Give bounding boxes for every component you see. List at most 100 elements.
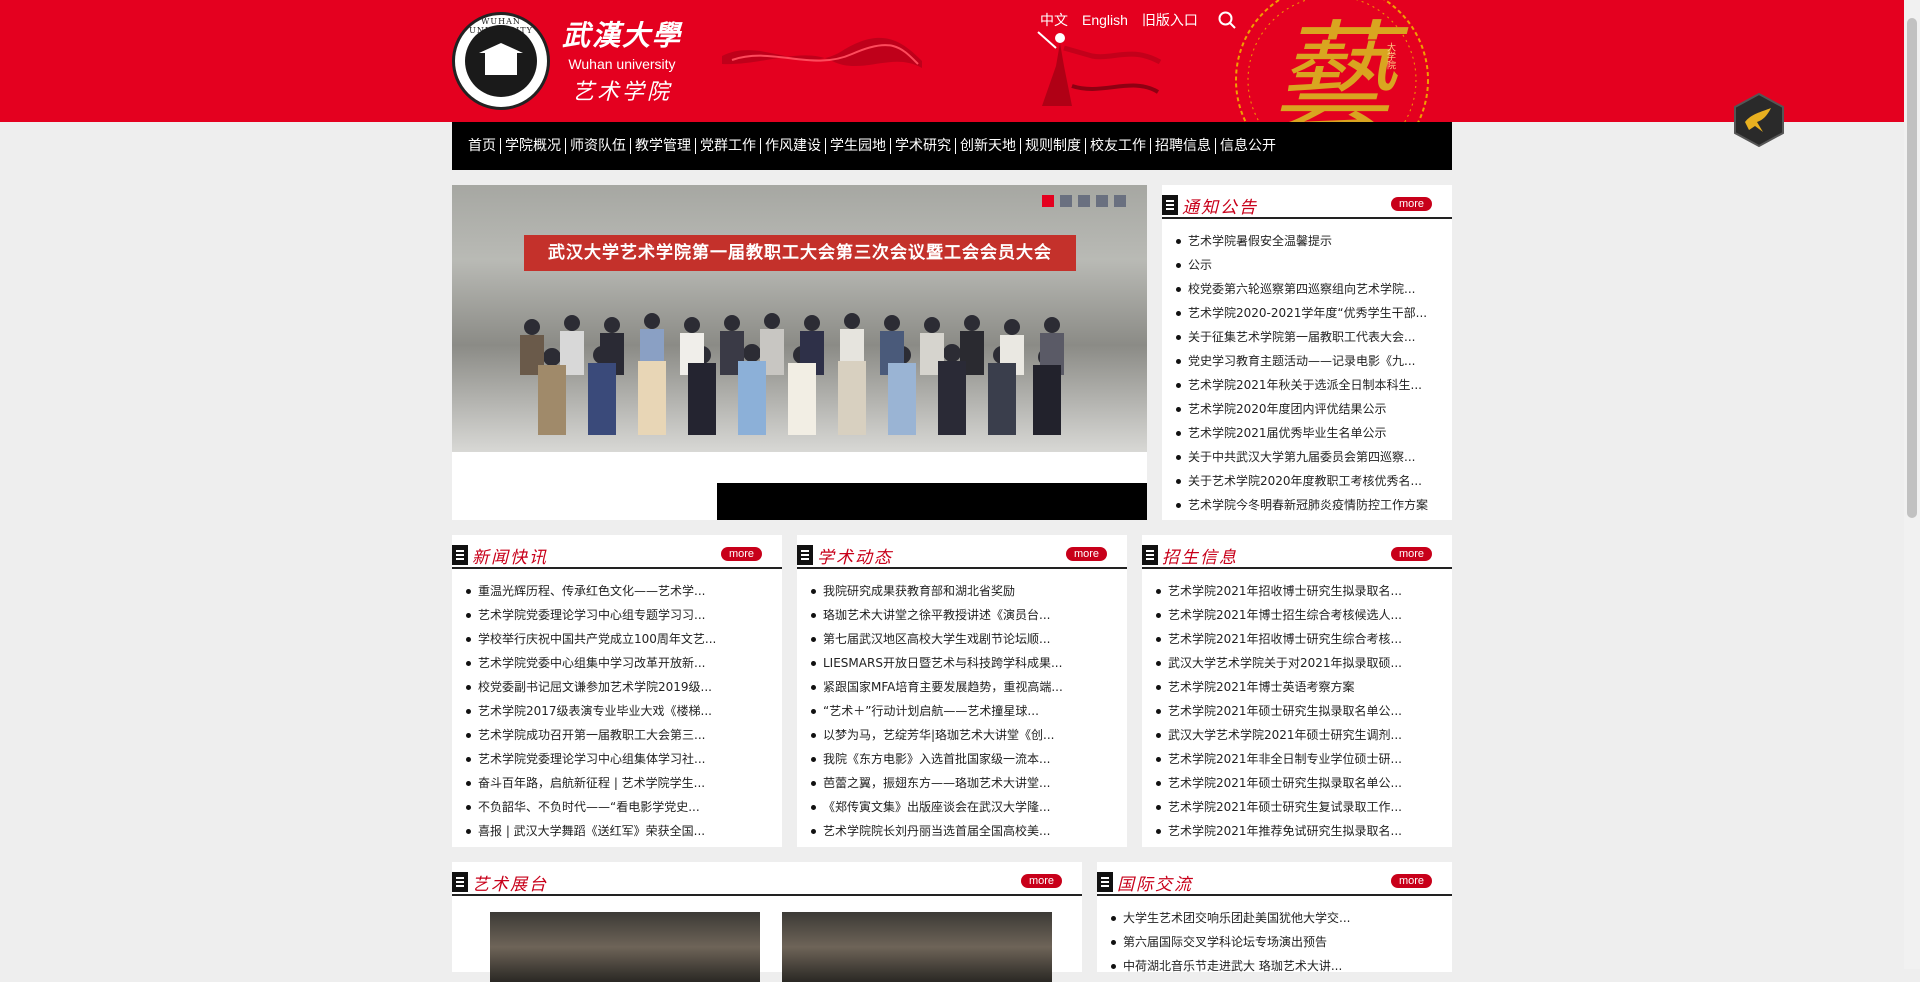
list-item[interactable]: 以梦为马，艺绽芳华|珞珈艺术大讲堂《创...	[811, 723, 1117, 747]
list-item[interactable]: 珞珈艺术大讲堂之徐平教授讲述《演员台...	[811, 603, 1117, 627]
list-item[interactable]: 不负韶华、不负时代——“看电影学党史...	[466, 795, 772, 819]
nav-item[interactable]: 招聘信息	[1151, 138, 1216, 154]
more-button[interactable]: more	[720, 547, 762, 561]
list-item[interactable]: 中荷湖北音乐节走进武大 珞珈艺术大讲...	[1111, 954, 1442, 978]
list-item[interactable]: 艺术学院2021年博士招生综合考核候选人...	[1156, 603, 1442, 627]
list-item[interactable]: 艺术学院党委中心组集中学习改革开放新...	[466, 651, 772, 675]
list-item[interactable]: 艺术学院2021年非全日制专业学位硕士研...	[1156, 747, 1442, 771]
list-icon	[1097, 872, 1113, 892]
list-item[interactable]: 艺术学院2017级表演专业毕业大戏《楼梯...	[466, 699, 772, 723]
list-item[interactable]: LIESMARS开放日暨艺术与科技跨学科成果...	[811, 651, 1117, 675]
header-band	[0, 0, 1904, 122]
list-item[interactable]: 艺术学院2021年博士英语考察方案	[1156, 675, 1442, 699]
university-seal-logo[interactable]: WUHAN UNIVERSITY	[452, 12, 550, 110]
floating-dove-badge-icon[interactable]	[1733, 92, 1785, 148]
old-site-link[interactable]: 旧版入口	[1142, 10, 1198, 30]
list-item[interactable]: 喜报 | 武汉大学舞蹈《送红军》荣获全国...	[466, 819, 772, 843]
list-item[interactable]: 重温光辉历程、传承红色文化——艺术学...	[466, 579, 772, 603]
lang-chinese-link[interactable]: 中文	[1040, 10, 1068, 30]
news-list: 重温光辉历程、传承红色文化——艺术学... 艺术学院党委理论学习中心组专题学习习.…	[466, 579, 772, 843]
brand-block[interactable]: 武漢大學 Wuhan university 艺术学院	[562, 14, 682, 106]
list-item[interactable]: 艺术学院2021年招收博士研究生综合考核...	[1156, 627, 1442, 651]
list-item[interactable]: 艺术学院2021年推荐免试研究生拟录取名...	[1156, 819, 1442, 843]
list-item[interactable]: 我院《东方电影》入选首批国家级一流本...	[811, 747, 1117, 771]
list-item[interactable]: 武汉大学艺术学院2021年硕士研究生调剂...	[1156, 723, 1442, 747]
gate-icon	[485, 51, 517, 75]
image-carousel[interactable]: 武汉大学艺术学院第一届教职工大会第三次会议暨工会会员大会	[452, 185, 1147, 520]
international-panel: 国际交流 more 大学生艺术团交响乐团赴美国犹他大学交... 第六届国际交叉学科…	[1097, 862, 1452, 973]
list-item[interactable]: 艺术学院2021年硕士研究生拟录取名单公...	[1156, 699, 1442, 723]
list-item[interactable]: 奋斗百年路，启航新征程 | 艺术学院学生...	[466, 771, 772, 795]
more-button[interactable]: more	[1065, 547, 1107, 561]
list-item[interactable]: 艺术学院2020年度团内评优结果公示	[1176, 397, 1442, 421]
carousel-dot[interactable]	[1060, 195, 1072, 207]
nav-item[interactable]: 党群工作	[696, 138, 761, 154]
carousel-dot[interactable]	[1078, 195, 1090, 207]
list-item[interactable]: 关于艺术学院2020年度教职工考核优秀名...	[1176, 469, 1442, 493]
more-button[interactable]: more	[1020, 874, 1062, 888]
nav-item[interactable]: 学术研究	[891, 138, 956, 154]
brand-english-name: Wuhan university	[568, 56, 676, 72]
carousel-photo[interactable]: 武汉大学艺术学院第一届教职工大会第三次会议暨工会会员大会	[452, 185, 1147, 452]
search-icon[interactable]	[1218, 11, 1236, 29]
exhibit-thumbnail[interactable]	[490, 912, 760, 982]
list-item[interactable]: 艺术学院2021年招收博士研究生拟录取名...	[1156, 579, 1442, 603]
list-item[interactable]: 艺术学院2020-2021学年度“优秀学生干部...	[1176, 301, 1442, 325]
more-button[interactable]: more	[1390, 197, 1432, 211]
list-item[interactable]: 校党委第六轮巡察第四巡察组向艺术学院...	[1176, 277, 1442, 301]
nav-item[interactable]: 信息公开	[1216, 138, 1280, 154]
list-item[interactable]: 第七届武汉地区高校大学生戏剧节论坛顺...	[811, 627, 1117, 651]
list-item[interactable]: 芭蕾之翼，振翅东方——珞珈艺术大讲堂...	[811, 771, 1117, 795]
list-item[interactable]: 《郑传寅文集》出版座谈会在武汉大学隆...	[811, 795, 1117, 819]
list-item[interactable]: 第六届国际交叉学科论坛专场演出预告	[1111, 930, 1442, 954]
vertical-scrollbar[interactable]	[1904, 0, 1920, 969]
list-item[interactable]: 公示	[1176, 253, 1442, 277]
more-button[interactable]: more	[1390, 874, 1432, 888]
list-item[interactable]: 党史学习教育主题活动——记录电影《九...	[1176, 349, 1442, 373]
list-icon	[1142, 545, 1158, 565]
nav-item[interactable]: 师资队伍	[566, 138, 631, 154]
panel-title: 通知公告	[1182, 198, 1258, 218]
photo-banner-text: 武汉大学艺术学院第一届教职工大会第三次会议暨工会会员大会	[524, 235, 1076, 271]
list-item[interactable]: 艺术学院院长刘丹丽当选首届全国高校美...	[811, 819, 1117, 843]
nav-item[interactable]: 校友工作	[1086, 138, 1151, 154]
ribbon-decoration	[722, 37, 922, 68]
list-item[interactable]: 艺术学院今冬明春新冠肺炎疫情防控工作方案	[1176, 493, 1442, 517]
lang-english-link[interactable]: English	[1082, 12, 1128, 28]
list-item[interactable]: 艺术学院成功召开第一届教职工大会第三...	[466, 723, 772, 747]
more-button[interactable]: more	[1390, 547, 1432, 561]
list-item[interactable]: 艺术学院2021年秋关于选派全日制本科生...	[1176, 373, 1442, 397]
list-item[interactable]: 校党委副书记屈文谦参加艺术学院2019级...	[466, 675, 772, 699]
carousel-dot[interactable]	[1042, 195, 1054, 207]
list-item[interactable]: 紧跟国家MFA培育主要发展趋势，重视高端...	[811, 675, 1117, 699]
list-item[interactable]: 关于中共武汉大学第九届委员会第四巡察...	[1176, 445, 1442, 469]
nav-item[interactable]: 学生园地	[826, 138, 891, 154]
list-item[interactable]: 武汉大学艺术学院关于对2021年拟录取硕...	[1156, 651, 1442, 675]
list-item[interactable]: 艺术学院暑假安全温馨提示	[1176, 229, 1442, 253]
list-item[interactable]: “艺术＋”行动计划启航——艺术撞星球...	[811, 699, 1117, 723]
panel-title: 招生信息	[1162, 548, 1238, 568]
nav-item[interactable]: 规则制度	[1021, 138, 1086, 154]
list-item[interactable]: 学校举行庆祝中国共产党成立100周年文艺...	[466, 627, 772, 651]
scrollbar-thumb[interactable]	[1907, 18, 1917, 518]
exhibit-thumbnails	[490, 912, 1052, 982]
carousel-dot[interactable]	[1096, 195, 1108, 207]
nav-item[interactable]: 教学管理	[631, 138, 696, 154]
list-item[interactable]: 艺术学院2021届优秀毕业生名单公示	[1176, 421, 1442, 445]
exhibit-thumbnail[interactable]	[782, 912, 1052, 982]
list-item[interactable]: 艺术学院党委理论学习中心组专题学习习...	[466, 603, 772, 627]
carousel-dot[interactable]	[1114, 195, 1126, 207]
list-item[interactable]: 大学生艺术团交响乐团赴美国犹他大学交...	[1111, 906, 1442, 930]
list-item[interactable]: 艺术学院党委理论学习中心组集体学习社...	[466, 747, 772, 771]
list-item[interactable]: 关于征集艺术学院第一届教职工代表大会...	[1176, 325, 1442, 349]
list-item[interactable]: 艺术学院2021年硕士研究生复试录取工作...	[1156, 795, 1442, 819]
panel-header: 艺术展台 more	[452, 870, 1082, 896]
nav-item[interactable]: 创新天地	[956, 138, 1021, 154]
nav-item[interactable]: 首页	[464, 138, 501, 154]
nav-item[interactable]: 作风建设	[761, 138, 826, 154]
list-item[interactable]: 我院研究成果获教育部和湖北省奖励	[811, 579, 1117, 603]
carousel-dots	[1042, 195, 1126, 207]
academic-list: 我院研究成果获教育部和湖北省奖励 珞珈艺术大讲堂之徐平教授讲述《演员台... 第七届…	[811, 579, 1117, 843]
nav-item[interactable]: 学院概况	[501, 138, 566, 154]
list-item[interactable]: 艺术学院2021年硕士研究生拟录取名单公...	[1156, 771, 1442, 795]
